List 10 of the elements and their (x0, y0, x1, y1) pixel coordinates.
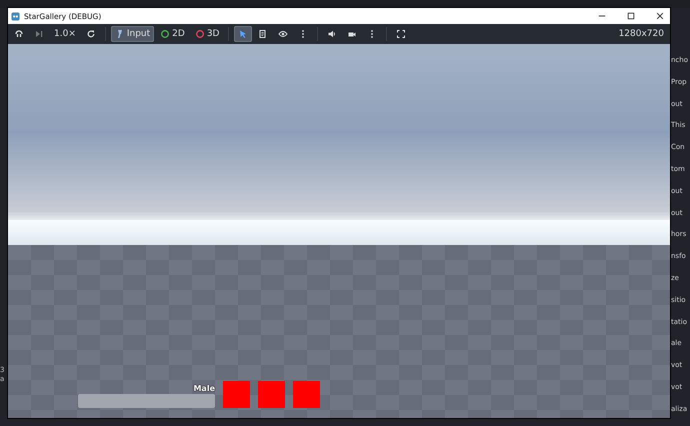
hud-label: Male (193, 384, 215, 393)
mode-radio[interactable]: 3D (190, 26, 224, 42)
input-button[interactable]: Input (110, 26, 154, 42)
close-icon[interactable] (656, 12, 664, 20)
mode-radio[interactable]: 2D (156, 26, 189, 42)
speed-button[interactable]: 1.0× (50, 26, 80, 42)
maximize-icon[interactable] (627, 12, 635, 20)
pointer-icon[interactable] (234, 26, 252, 42)
app-icon (11, 12, 20, 20)
resolution-label: 1280x720 (618, 29, 664, 39)
